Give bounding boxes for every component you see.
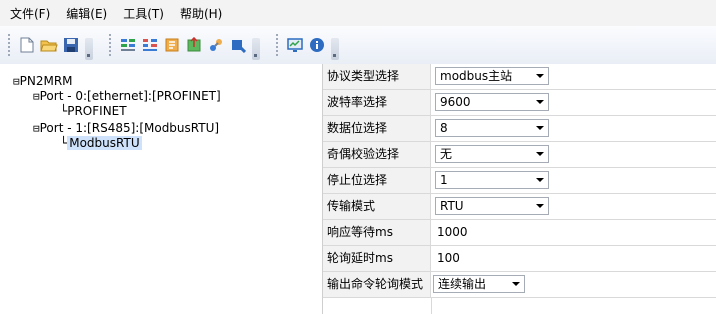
- collapse-icon[interactable]: ⊟: [13, 75, 20, 88]
- menu-help[interactable]: 帮助(H): [172, 5, 230, 22]
- toolbar-grip[interactable]: [8, 34, 10, 56]
- open-folder-icon[interactable]: [40, 36, 58, 54]
- dropdown-arrow-icon[interactable]: [536, 126, 544, 130]
- property-row: 响应等待ms 1000: [323, 220, 716, 246]
- combo-value: RTU: [440, 199, 464, 213]
- combo-value: 1: [440, 173, 448, 187]
- combo-value: 无: [440, 147, 453, 161]
- parity-select[interactable]: 无: [435, 145, 549, 163]
- tree-node-port1[interactable]: ⊟Port - 1:[RS485]:[ModbusRTU]: [33, 121, 219, 136]
- combo-value: modbus主站: [440, 69, 513, 83]
- field-value: 100: [437, 251, 460, 265]
- output-poll-mode-select[interactable]: 连续输出: [433, 275, 525, 293]
- dropdown-arrow-icon[interactable]: [512, 282, 520, 286]
- tree-node-label: PN2MRM: [19, 74, 73, 88]
- property-row: 波特率选择 9600: [323, 90, 716, 116]
- tree-node-port0[interactable]: ⊟Port - 0:[ethernet]:[PROFINET]: [33, 89, 221, 104]
- property-label: 奇偶校验选择: [323, 142, 431, 167]
- toolbar-grip[interactable]: [276, 34, 278, 56]
- download-icon[interactable]: [229, 36, 247, 54]
- transfer-mode-select[interactable]: RTU: [435, 197, 549, 215]
- tree-node-label: PROFINET: [67, 104, 127, 118]
- protocol-select[interactable]: modbus主站: [435, 67, 549, 85]
- tree-node-label: ModbusRTU: [67, 136, 142, 150]
- import-icon[interactable]: [163, 36, 181, 54]
- dropdown-arrow-icon[interactable]: [536, 74, 544, 78]
- property-row: 奇偶校验选择 无: [323, 142, 716, 168]
- combo-value: 9600: [440, 95, 471, 109]
- property-label: 波特率选择: [323, 90, 431, 115]
- property-label: 响应等待ms: [323, 220, 431, 245]
- property-label: 停止位选择: [323, 168, 431, 193]
- tree-node-label: Port - 0:[ethernet]:[PROFINET]: [39, 89, 221, 103]
- toolbar-overflow[interactable]: [85, 38, 93, 60]
- info-icon[interactable]: [308, 36, 326, 54]
- toolbar-overflow[interactable]: [331, 38, 339, 60]
- collapse-icon[interactable]: ⊟: [33, 90, 40, 103]
- tree-node-modbusrtu[interactable]: └ ModbusRTU: [60, 136, 142, 150]
- device-tree: ⊟PN2MRM ⊟Port - 0:[ethernet]:[PROFINET] …: [0, 64, 323, 314]
- dropdown-arrow-icon[interactable]: [536, 152, 544, 156]
- toolbar-grip[interactable]: [109, 34, 111, 56]
- menu-tools[interactable]: 工具(T): [115, 5, 172, 22]
- menu-bar: 文件(F) 编辑(E) 工具(T) 帮助(H): [0, 0, 716, 26]
- property-row: 停止位选择 1: [323, 168, 716, 194]
- dropdown-arrow-icon[interactable]: [536, 204, 544, 208]
- response-timeout-field[interactable]: 1000: [431, 220, 716, 245]
- tree-config-icon[interactable]: [141, 36, 159, 54]
- property-row: 数据位选择 8: [323, 116, 716, 142]
- export-icon[interactable]: [185, 36, 203, 54]
- dropdown-arrow-icon[interactable]: [536, 178, 544, 182]
- poll-delay-field[interactable]: 100: [431, 246, 716, 271]
- property-label: 输出命令轮询模式: [323, 272, 431, 297]
- property-label: 协议类型选择: [323, 64, 431, 89]
- property-grid: 协议类型选择 modbus主站 波特率选择 9600 数据位选择 8 奇偶校验选…: [323, 64, 716, 314]
- data-bits-select[interactable]: 8: [435, 119, 549, 137]
- tools-icon[interactable]: [207, 36, 225, 54]
- toolbar-overflow[interactable]: [252, 38, 260, 60]
- combo-value: 8: [440, 121, 448, 135]
- monitor-icon[interactable]: [286, 36, 304, 54]
- dropdown-arrow-icon[interactable]: [536, 100, 544, 104]
- collapse-icon[interactable]: ⊟: [33, 122, 40, 135]
- tree-node-root[interactable]: ⊟PN2MRM: [13, 74, 73, 89]
- baud-rate-select[interactable]: 9600: [435, 93, 549, 111]
- property-row: 传输模式 RTU: [323, 194, 716, 220]
- save-icon[interactable]: [62, 36, 80, 54]
- port-config-icon[interactable]: [119, 36, 137, 54]
- combo-value: 连续输出: [438, 277, 487, 291]
- property-label: 传输模式: [323, 194, 431, 219]
- menu-file[interactable]: 文件(F): [0, 5, 58, 22]
- tree-node-profinet[interactable]: └PROFINET: [60, 104, 127, 118]
- toolbar: [0, 26, 716, 64]
- stop-bits-select[interactable]: 1: [435, 171, 549, 189]
- grid-blank-area: [431, 298, 716, 314]
- property-row: 输出命令轮询模式 连续输出: [323, 272, 716, 298]
- new-file-icon[interactable]: [18, 36, 36, 54]
- property-row: 协议类型选择 modbus主站: [323, 64, 716, 90]
- tree-node-label: Port - 1:[RS485]:[ModbusRTU]: [39, 121, 220, 135]
- property-row: 轮询延时ms 100: [323, 246, 716, 272]
- menu-edit[interactable]: 编辑(E): [58, 5, 115, 22]
- property-label: 轮询延时ms: [323, 246, 431, 271]
- field-value: 1000: [437, 225, 468, 239]
- property-label: 数据位选择: [323, 116, 431, 141]
